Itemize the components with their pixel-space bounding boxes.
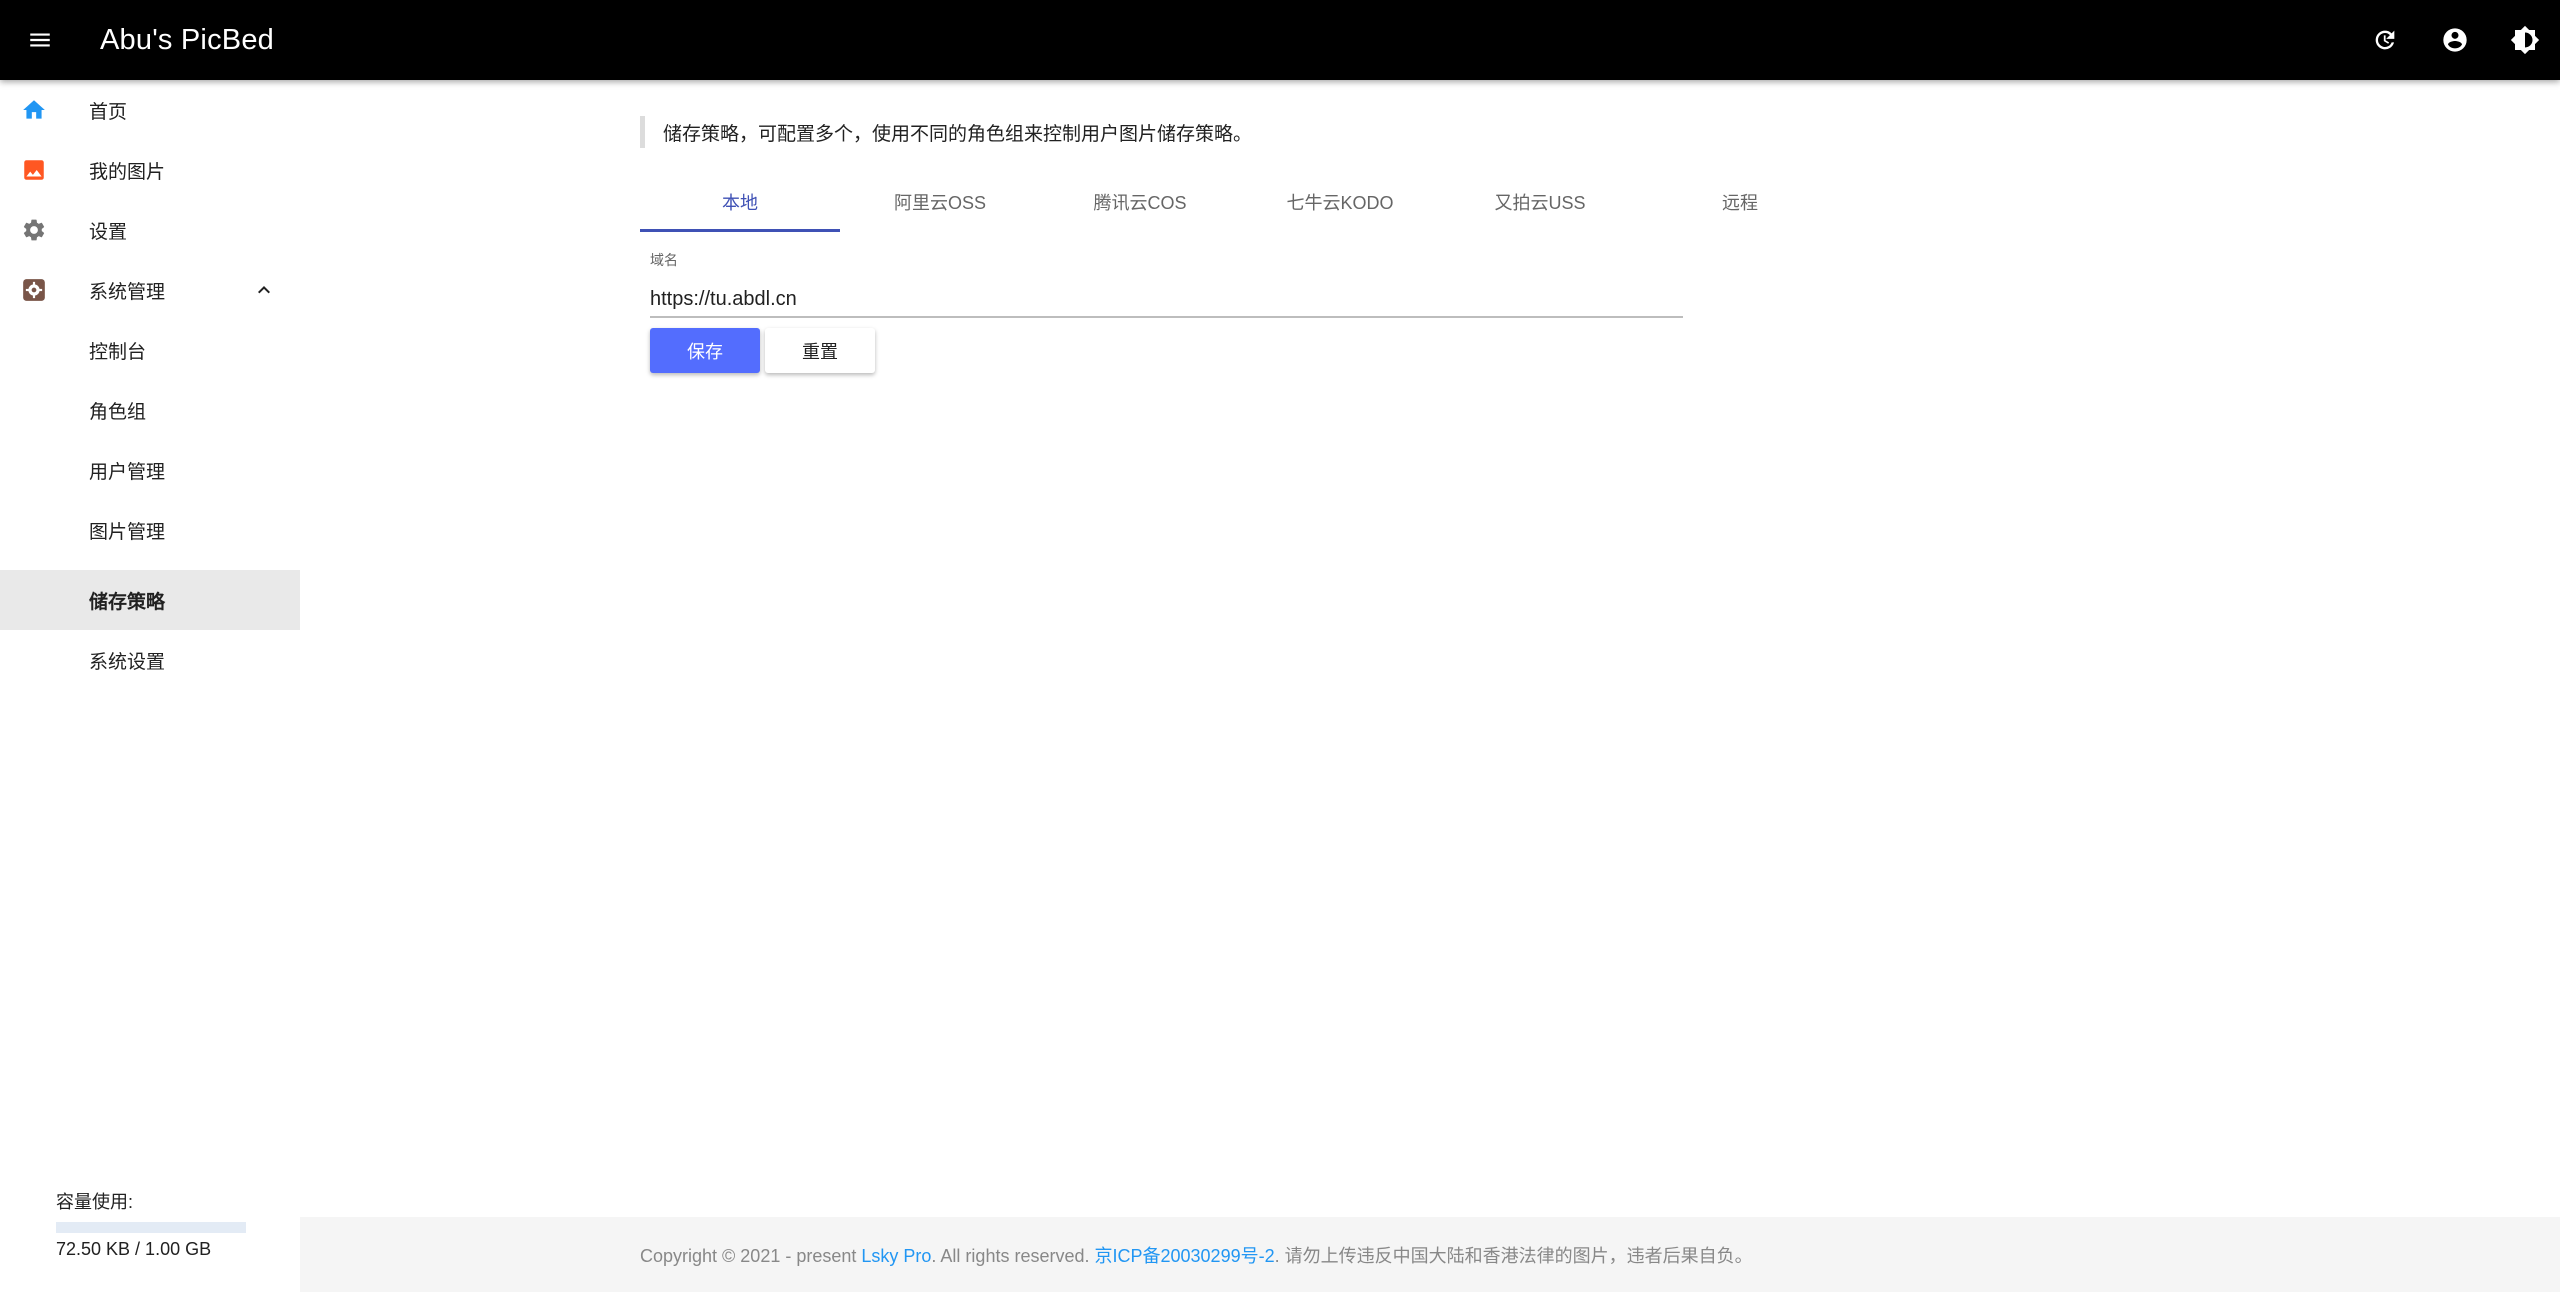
lsky-pro-link[interactable]: Lsky Pro bbox=[861, 1246, 931, 1266]
sidebar-item-label: 系统设置 bbox=[89, 651, 166, 673]
storage-usage-text: 72.50 KB / 1.00 GB bbox=[56, 1239, 212, 1259]
sidebar-item-label: 设置 bbox=[89, 221, 128, 243]
footer-text: Copyright © 2021 - present Lsky Pro. All… bbox=[640, 1242, 1753, 1268]
footer-copyright: Copyright © 2021 - present bbox=[640, 1245, 862, 1266]
sidebar-item-label: 系统管理 bbox=[89, 281, 166, 303]
sidebar-item-label: 首页 bbox=[89, 101, 128, 123]
tab-tencent-cos[interactable]: 腾讯云COS bbox=[1040, 172, 1240, 232]
sidebar-item-system-admin[interactable]: 系统管理 bbox=[0, 260, 300, 320]
reset-button[interactable]: 重置 bbox=[765, 328, 875, 373]
sidebar-item-label: 角色组 bbox=[89, 401, 147, 423]
footer-warning: . 请勿上传违反中国大陆和香港法律的图片，违者后果自负。 bbox=[1274, 1245, 1753, 1266]
domain-field: 域名 bbox=[650, 250, 1683, 318]
account-button[interactable] bbox=[2420, 0, 2490, 80]
tab-upyun-uss[interactable]: 又拍云USS bbox=[1440, 172, 1640, 232]
sidebar-item-label: 图片管理 bbox=[89, 521, 166, 543]
menu-button[interactable] bbox=[0, 0, 80, 80]
storage-tabs: 本地 阿里云OSS 腾讯云COS 七牛云KODO 又拍云USS 远程 bbox=[640, 172, 1840, 232]
sidebar-item-home[interactable]: 首页 bbox=[0, 80, 300, 140]
sidebar-item-system-settings[interactable]: 系统设置 bbox=[0, 630, 300, 690]
sidebar-item-settings[interactable]: 设置 bbox=[0, 200, 300, 260]
admin-gear-icon bbox=[23, 279, 45, 301]
domain-field-label: 域名 bbox=[650, 252, 678, 268]
main-content: 储存策略，可配置多个，使用不同的角色组来控制用户图片储存策略。 本地 阿里云OS… bbox=[300, 80, 2560, 1212]
refresh-button[interactable] bbox=[2350, 0, 2420, 80]
home-icon bbox=[23, 100, 45, 119]
tab-aliyun-oss[interactable]: 阿里云OSS bbox=[840, 172, 1040, 232]
storage-strategy-notice: 储存策略，可配置多个，使用不同的角色组来控制用户图片储存策略。 bbox=[640, 116, 1252, 148]
storage-usage-title: 容量使用: bbox=[56, 1192, 134, 1212]
account-circle-icon bbox=[2443, 28, 2467, 52]
save-button[interactable]: 保存 bbox=[650, 328, 760, 373]
top-actions bbox=[2350, 0, 2560, 80]
storage-usage: 容量使用: 72.50 KB / 1.00 GB bbox=[56, 1188, 256, 1260]
brightness-icon bbox=[2510, 25, 2540, 55]
sidebar-item-label: 控制台 bbox=[89, 341, 147, 363]
footer-rights: . All rights reserved. bbox=[931, 1245, 1095, 1266]
image-icon bbox=[24, 160, 44, 180]
sidebar: 首页 我的图片 设置 系统管理 控制台 角色组 用户管理 图片管理 储存策略 系… bbox=[0, 80, 300, 1292]
gear-icon bbox=[23, 219, 45, 241]
domain-input[interactable] bbox=[650, 282, 1683, 318]
sidebar-item-label: 我的图片 bbox=[89, 161, 166, 183]
sidebar-item-label: 储存策略 bbox=[89, 591, 166, 613]
theme-toggle-button[interactable] bbox=[2490, 0, 2560, 80]
sidebar-item-user-management[interactable]: 用户管理 bbox=[0, 440, 300, 500]
storage-progress-bar bbox=[56, 1222, 246, 1233]
menu-icon bbox=[30, 33, 50, 47]
app-bar: Abu's PicBed bbox=[0, 0, 2560, 80]
sidebar-item-console[interactable]: 控制台 bbox=[0, 320, 300, 380]
sidebar-item-image-management[interactable]: 图片管理 bbox=[0, 500, 300, 560]
sidebar-item-storage-strategy[interactable]: 储存策略 bbox=[0, 570, 300, 630]
tab-remote[interactable]: 远程 bbox=[1640, 172, 1840, 232]
icp-link[interactable]: 京ICP备20030299号-2 bbox=[1095, 1246, 1275, 1266]
tab-local[interactable]: 本地 bbox=[640, 172, 840, 232]
footer: Copyright © 2021 - present Lsky Pro. All… bbox=[300, 1217, 2560, 1292]
tab-qiniu-kodo[interactable]: 七牛云KODO bbox=[1240, 172, 1440, 232]
sidebar-item-label: 用户管理 bbox=[89, 461, 166, 483]
form-actions: 保存 重置 bbox=[650, 328, 875, 373]
app-title: Abu's PicBed bbox=[100, 23, 274, 56]
sidebar-item-my-images[interactable]: 我的图片 bbox=[0, 140, 300, 200]
sidebar-item-role-groups[interactable]: 角色组 bbox=[0, 380, 300, 440]
refresh-icon bbox=[2375, 30, 2395, 50]
chevron-up-icon[interactable] bbox=[252, 278, 276, 302]
